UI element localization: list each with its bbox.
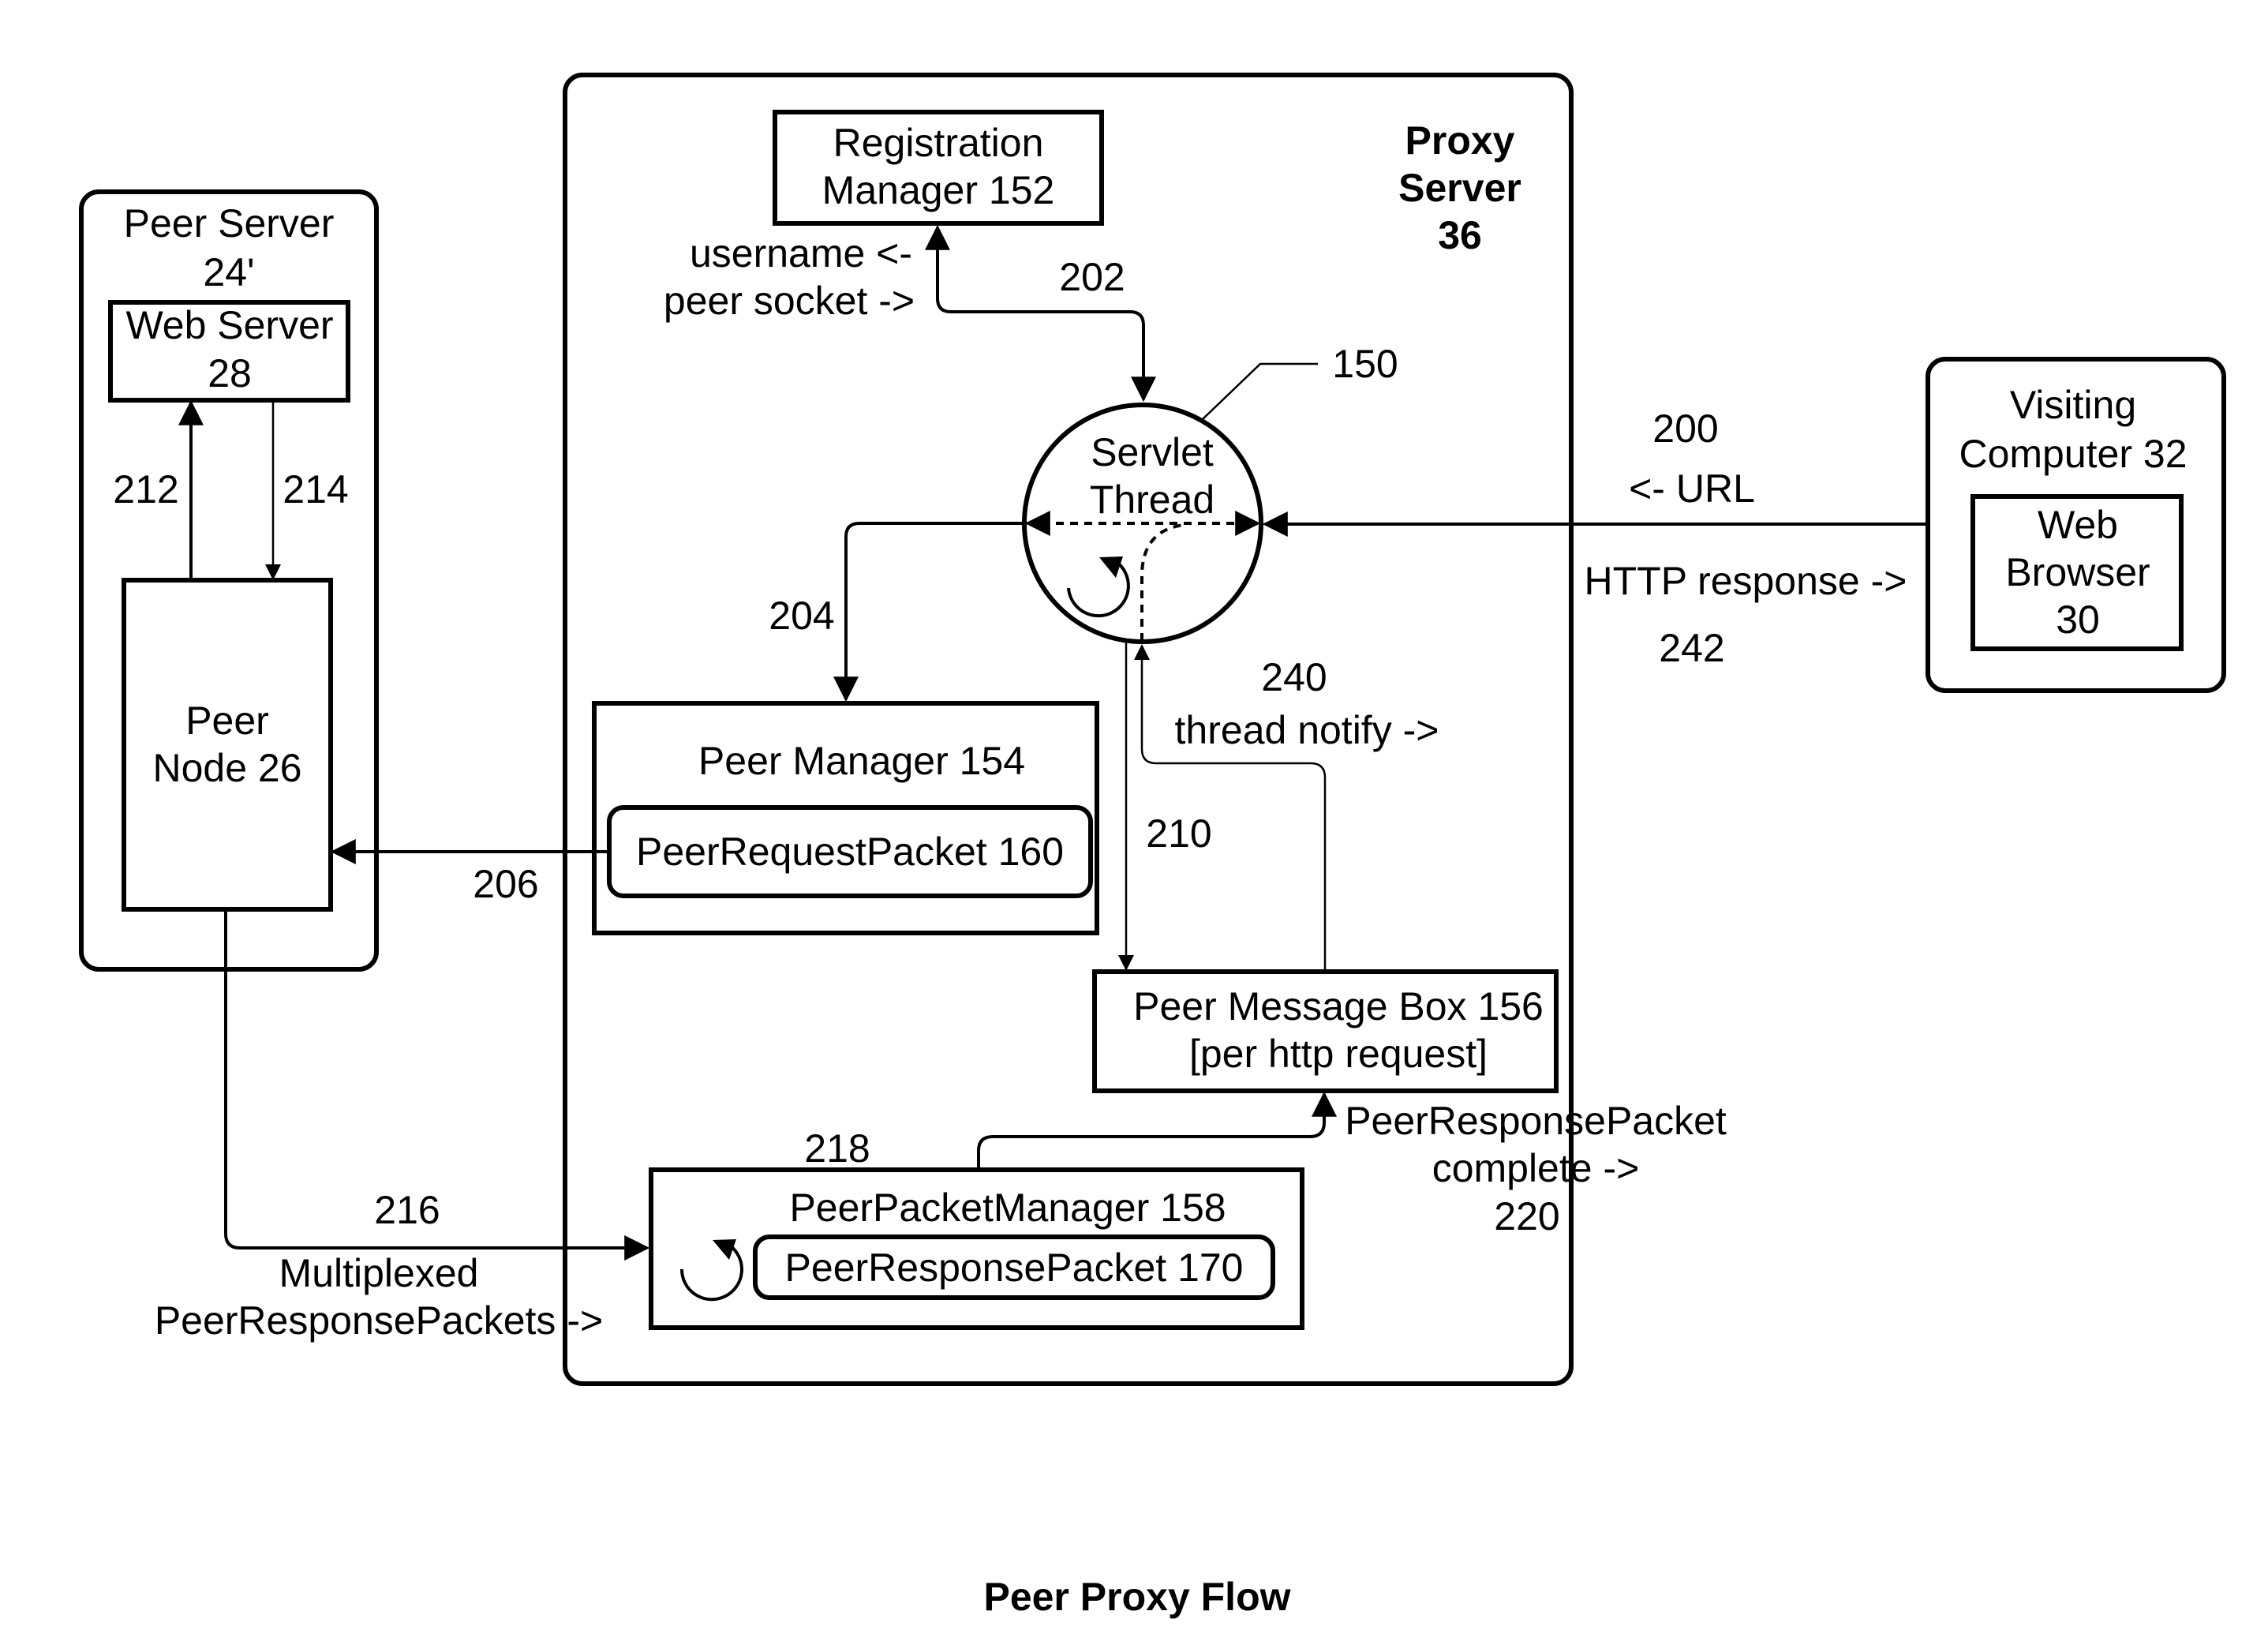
peer-proxy-flow-diagram: Peer Server 24' Web Server 28 Peer Node … <box>79 73 2226 1619</box>
label-150: 150 <box>1332 342 1398 386</box>
label-220-complete: complete -> <box>1432 1146 1640 1190</box>
visiting-computer-label: Visiting <box>2010 383 2136 427</box>
peer-message-box-sublabel: [per http request] <box>1189 1032 1488 1076</box>
peer-server-label: Peer Server <box>124 201 335 245</box>
peer-server-ref: 24' <box>203 250 254 294</box>
peer-node-label: Peer <box>185 699 269 743</box>
label-212: 212 <box>113 467 178 511</box>
label-216-multiplexed: Multiplexed <box>279 1251 479 1295</box>
peer-request-packet-label: PeerRequestPacket 160 <box>636 830 1064 874</box>
label-220: 220 <box>1494 1194 1559 1238</box>
peer-server-group: Peer Server 24' Web Server 28 Peer Node … <box>79 189 379 972</box>
servlet-thread-label-2: Thread <box>1090 478 1214 522</box>
registration-manager-ref: Manager 152 <box>822 168 1055 212</box>
web-server-ref: 28 <box>208 351 252 395</box>
proxy-server-label: Proxy <box>1405 118 1515 163</box>
label-206: 206 <box>473 862 538 906</box>
proxy-server-ref: 36 <box>1438 213 1482 257</box>
peer-manager-label: Peer Manager 154 <box>698 739 1025 783</box>
label-242-http-response: HTTP response -> <box>1585 559 1907 603</box>
label-200: 200 <box>1652 407 1718 451</box>
label-210: 210 <box>1146 811 1211 856</box>
peer-response-packet-label: PeerResponsePacket 170 <box>785 1246 1244 1290</box>
label-216-packets: PeerResponsePackets -> <box>155 1298 603 1343</box>
registration-manager-label: Registration <box>833 121 1044 165</box>
figure-title: Peer Proxy Flow <box>983 1575 1290 1619</box>
label-202: 202 <box>1059 255 1125 299</box>
label-202-username: username <- <box>690 231 912 275</box>
label-200-url: <- URL <box>1629 466 1755 511</box>
peer-packet-manager-label: PeerPacketManager 158 <box>789 1186 1226 1230</box>
web-browser-label: Web <box>2038 503 2118 547</box>
web-server-label: Web Server <box>125 303 333 347</box>
peer-message-box-label: Peer Message Box 156 <box>1133 984 1544 1028</box>
visiting-computer-ref: Computer 32 <box>1959 432 2187 476</box>
proxy-server-label-2: Server <box>1398 166 1521 210</box>
peer-node-box[interactable] <box>122 578 333 912</box>
label-214: 214 <box>283 467 348 511</box>
web-browser-ref: 30 <box>2056 598 2100 642</box>
label-202-peer-socket: peer socket -> <box>664 279 915 323</box>
label-204: 204 <box>769 594 834 638</box>
peer-node-ref: Node 26 <box>152 746 301 790</box>
label-240-thread-notify: thread notify -> <box>1175 708 1439 752</box>
label-216: 216 <box>374 1188 440 1232</box>
label-240: 240 <box>1261 655 1327 699</box>
label-220-text: PeerResponsePacket <box>1345 1099 1727 1143</box>
proxy-server-group: Proxy Server 36 Registration Manager 152… <box>330 73 1727 1386</box>
label-218: 218 <box>804 1126 870 1171</box>
label-242: 242 <box>1659 626 1724 670</box>
servlet-thread-label: Servlet <box>1091 430 1214 474</box>
web-browser-label-2: Browser <box>2005 550 2150 594</box>
visiting-computer-group: Visiting Computer 32 Web Browser 30 <box>1926 357 2226 693</box>
